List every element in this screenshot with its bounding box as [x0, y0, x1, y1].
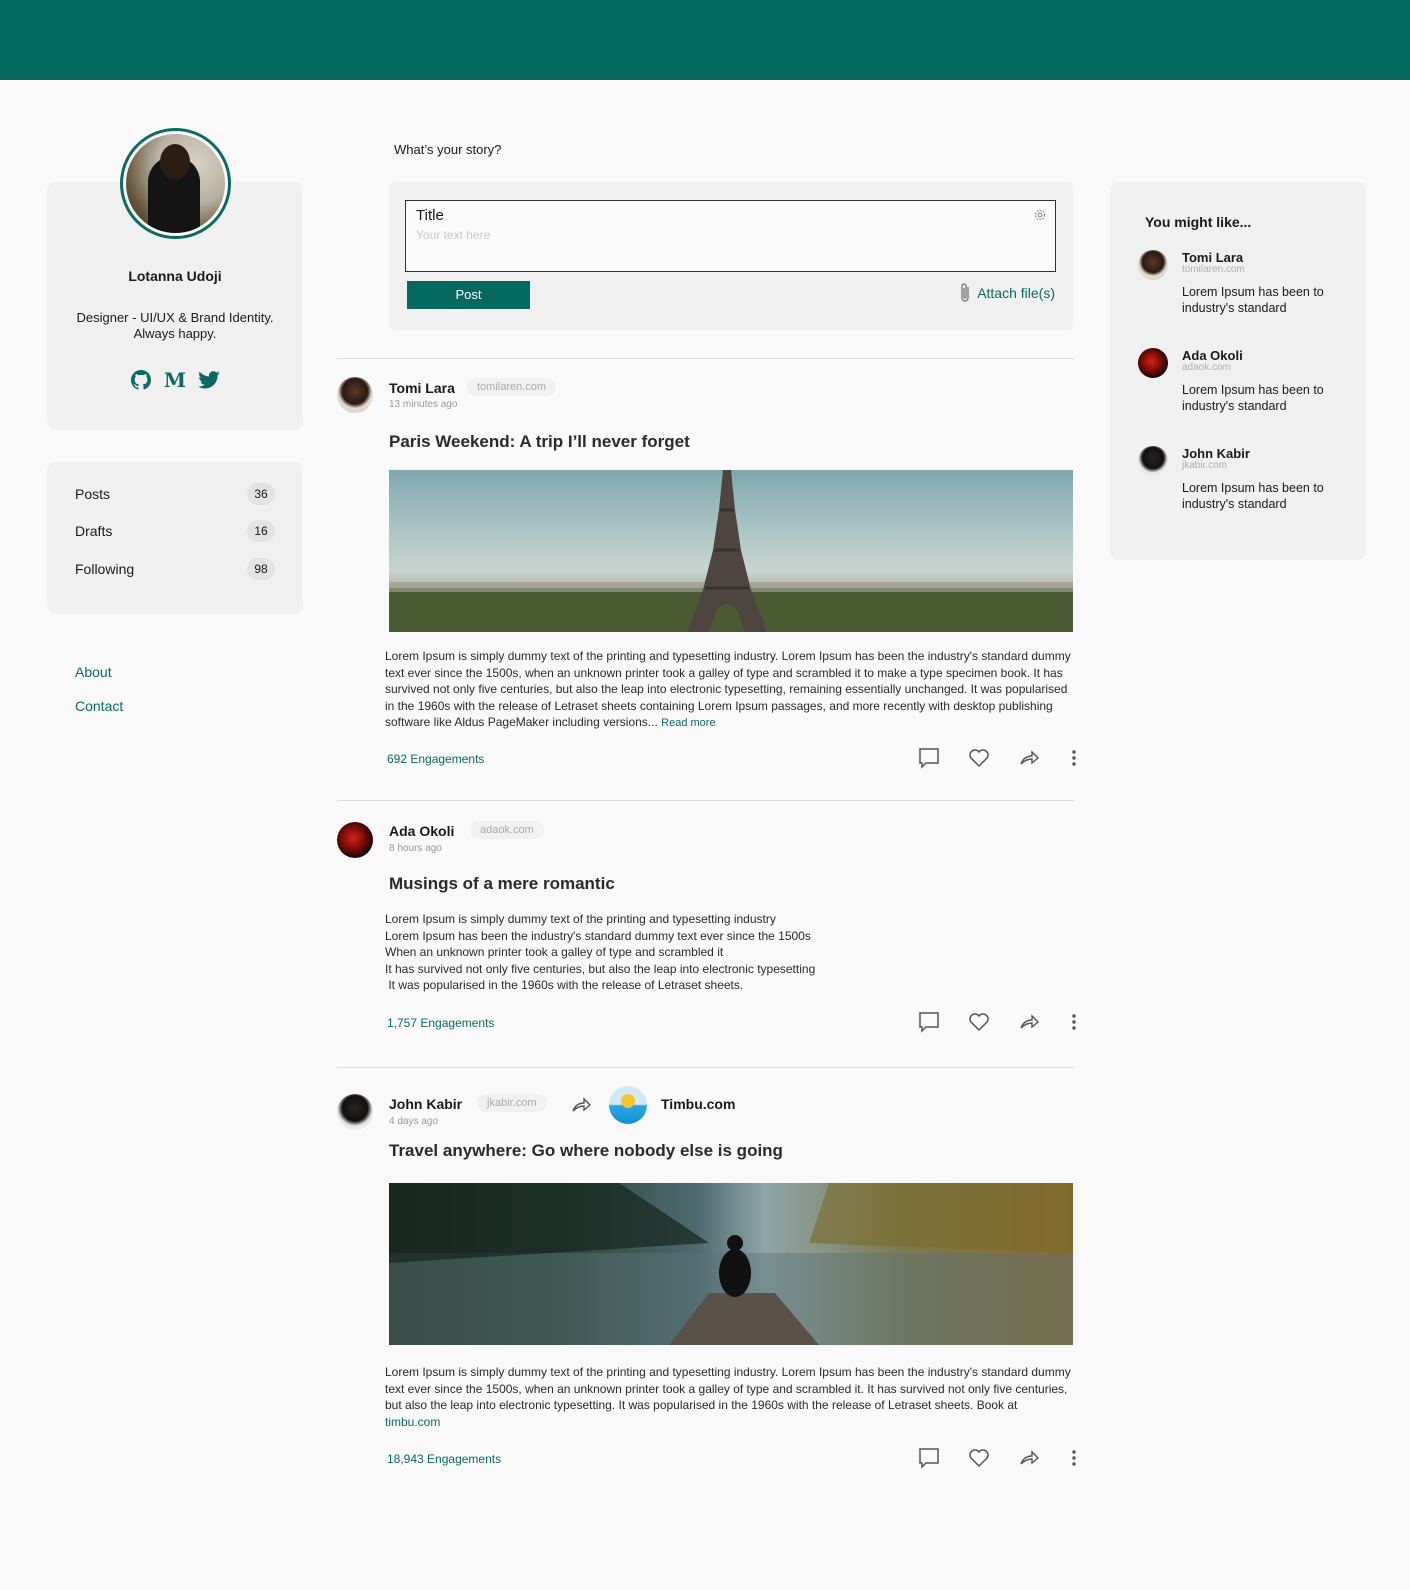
suggestion-name[interactable]: Ada Okoli [1182, 348, 1243, 363]
engagement-count[interactable]: 18,943 Engagements [387, 1452, 501, 1466]
post-body: Lorem Ipsum is simply dummy text of the … [385, 1364, 1073, 1430]
suggestion-domain: adaok.com [1182, 362, 1231, 373]
post-time: 13 minutes ago [389, 399, 458, 410]
post-body-text: Lorem Ipsum is simply dummy text of the … [385, 1365, 1071, 1412]
contact-link[interactable]: Contact [75, 698, 123, 714]
divider [337, 358, 1074, 359]
avatar[interactable] [1138, 250, 1168, 280]
comment-icon[interactable] [918, 1011, 968, 1033]
avatar[interactable] [1138, 348, 1168, 378]
suggestions-heading: You might like... [1145, 214, 1252, 230]
suggestion-text: Lorem Ipsum has been to industry's stand… [1182, 285, 1324, 315]
post-time: 8 hours ago [389, 843, 442, 854]
paperclip-icon [961, 283, 969, 302]
site-badge[interactable]: jkabir.com [477, 1094, 547, 1112]
suggestion-domain: jkabir.com [1182, 460, 1228, 471]
composer-prompt: What’s your story? [394, 142, 502, 157]
count-badge: 98 [247, 558, 275, 580]
post-author[interactable]: John Kabir [389, 1096, 462, 1112]
post-line: When an unknown printer took a galley of… [385, 945, 724, 959]
compose-placeholder: Your text here [416, 228, 491, 242]
post-line: It has survived not only five centuries,… [385, 961, 816, 976]
post-author[interactable]: Ada Okoli [389, 823, 454, 839]
count-badge: 36 [247, 483, 275, 505]
suggestion-text: Lorem Ipsum has been to industry's stand… [1182, 481, 1324, 511]
count-badge: 16 [247, 520, 275, 542]
heart-icon[interactable] [968, 1011, 1018, 1033]
suggestion-name[interactable]: Tomi Lara [1182, 250, 1243, 265]
site-badge[interactable]: tomilaren.com [467, 378, 557, 396]
stat-label: Posts [75, 486, 111, 502]
composer-card: Title Your text here Post Attach file(s) [389, 182, 1073, 330]
post-title[interactable]: Paris Weekend: A trip I’ll never forget [389, 432, 690, 452]
suggestion-name[interactable]: John Kabir [1182, 446, 1250, 461]
twitter-icon[interactable] [197, 368, 221, 392]
divider [337, 800, 1074, 801]
stat-posts[interactable]: Posts 36 [75, 483, 275, 505]
stat-label: Following [75, 561, 135, 577]
post-actions [918, 1011, 1080, 1033]
about-link[interactable]: About [75, 664, 112, 680]
more-icon[interactable] [1068, 1011, 1080, 1033]
profile-name: Lotanna Udoji [128, 268, 222, 284]
stat-drafts[interactable]: Drafts 16 [75, 520, 275, 542]
share-icon[interactable] [1018, 1011, 1068, 1033]
heart-icon[interactable] [968, 747, 1018, 769]
stat-label: Drafts [75, 523, 113, 539]
shared-source-name[interactable]: Timbu.com [661, 1096, 735, 1112]
suggestions-card: You might like... Tomi Lara tomilaren.co… [1110, 182, 1366, 560]
compose-title-field[interactable]: Title [416, 207, 444, 224]
gear-icon[interactable] [1033, 208, 1047, 222]
share-icon[interactable] [1018, 1447, 1068, 1469]
compose-text-area[interactable]: Title Your text here [405, 200, 1056, 272]
timbu-link[interactable]: timbu.com [385, 1415, 440, 1429]
avatar[interactable] [337, 1094, 373, 1130]
stats-card: Posts 36 Drafts 16 Following 98 [47, 462, 303, 614]
bio-line: Always happy. [133, 326, 217, 341]
post-body-text: Lorem Ipsum is simply dummy text of the … [385, 649, 1071, 729]
more-icon[interactable] [1068, 1447, 1080, 1469]
post-actions [918, 1447, 1080, 1469]
post-image-lake-dock[interactable] [389, 1183, 1073, 1345]
profile-avatar[interactable] [120, 128, 231, 239]
post-title[interactable]: Musings of a mere romantic [389, 874, 615, 894]
post-line: Lorem Ipsum has been the industry's stan… [385, 928, 811, 943]
avatar[interactable] [1138, 446, 1168, 476]
attach-files-button[interactable]: Attach file(s) [958, 282, 1055, 304]
more-icon[interactable] [1068, 747, 1080, 769]
attach-label: Attach file(s) [977, 285, 1055, 301]
read-more-link[interactable]: Read more [661, 717, 715, 729]
post-time: 4 days ago [389, 1116, 438, 1127]
share-icon [572, 1097, 592, 1112]
social-links: M [47, 368, 303, 392]
top-bar [0, 0, 1410, 80]
timbu-logo[interactable] [609, 1086, 647, 1124]
post-line: Lorem Ipsum is simply dummy text of the … [385, 912, 776, 926]
comment-icon[interactable] [918, 747, 968, 769]
post-author[interactable]: Tomi Lara [389, 380, 455, 396]
suggestion-domain: tomilaren.com [1182, 264, 1245, 275]
avatar[interactable] [337, 377, 373, 413]
post-body: Lorem Ipsum is simply dummy text of the … [385, 911, 985, 994]
bio-line: Designer - UI/UX & Brand Identity. [76, 310, 274, 325]
profile-bio: Designer - UI/UX & Brand Identity. Alway… [47, 310, 303, 342]
engagement-count[interactable]: 1,757 Engagements [387, 1016, 494, 1030]
medium-icon[interactable]: M [163, 368, 187, 392]
post-body: Lorem Ipsum is simply dummy text of the … [385, 648, 1073, 732]
engagement-count[interactable]: 692 Engagements [387, 752, 484, 766]
post-actions [918, 747, 1080, 769]
post-line: It was popularised in the 1960s with the… [385, 978, 744, 992]
heart-icon[interactable] [968, 1447, 1018, 1469]
post-title[interactable]: Travel anywhere: Go where nobody else is… [389, 1141, 783, 1161]
site-badge[interactable]: adaok.com [470, 821, 544, 839]
comment-icon[interactable] [918, 1447, 968, 1469]
post-image-eiffel-tower[interactable] [389, 470, 1073, 632]
share-icon[interactable] [1018, 747, 1068, 769]
avatar[interactable] [337, 822, 373, 858]
github-icon[interactable] [129, 368, 153, 392]
stat-following[interactable]: Following 98 [75, 558, 275, 580]
divider [337, 1067, 1074, 1068]
post-button[interactable]: Post [407, 281, 530, 309]
suggestion-text: Lorem Ipsum has been to industry's stand… [1182, 383, 1324, 413]
